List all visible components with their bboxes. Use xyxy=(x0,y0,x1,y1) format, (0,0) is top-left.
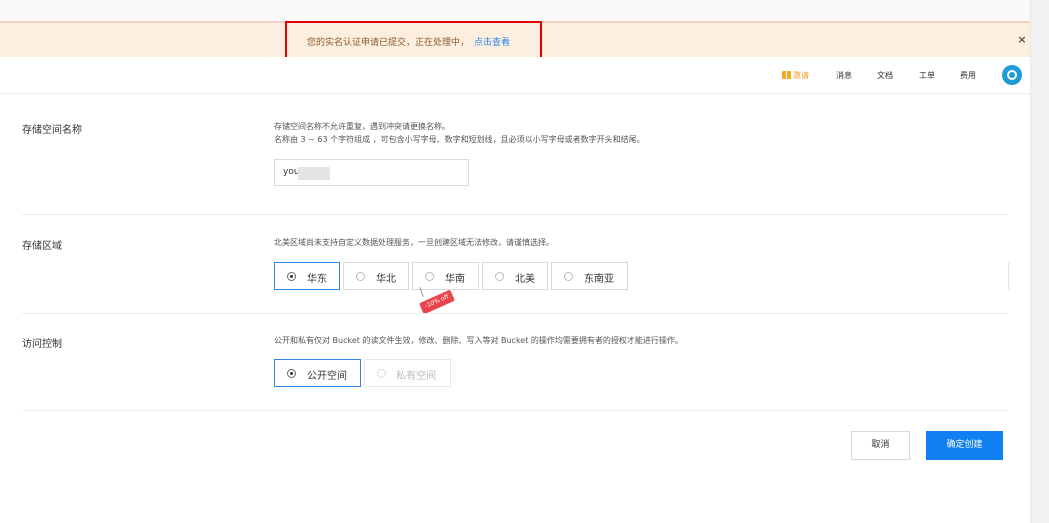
top-strip xyxy=(0,0,1030,21)
region-option-north-america[interactable]: 北美 xyxy=(482,262,548,290)
access-option-public[interactable]: 公开空间 xyxy=(274,359,361,387)
region-option-label: 东南亚 xyxy=(584,274,614,285)
region-option-north[interactable]: 华北 xyxy=(343,262,409,290)
bucket-name-desc-1: 存储空间名称不允许重复，遇到冲突请更换名称。 xyxy=(274,122,450,131)
region-option-label: 北美 xyxy=(515,274,535,285)
radio-icon xyxy=(495,272,504,281)
divider xyxy=(22,410,1008,411)
region-option-label: 华东 xyxy=(307,274,327,285)
bucket-name-desc-2: 名称由 3 ~ 63 个字符组成 ，可包含小写字母、数字和短划线，且必须以小写字… xyxy=(274,135,645,144)
nav-tickets[interactable]: 工单 xyxy=(919,70,935,81)
cancel-button[interactable]: 取消 xyxy=(851,431,910,460)
region-label: 存储区域 xyxy=(22,241,62,252)
region-option-east[interactable]: 华东 xyxy=(274,262,340,290)
redacted-text xyxy=(298,167,330,180)
radio-icon xyxy=(287,369,296,378)
close-icon[interactable]: × xyxy=(1016,33,1028,47)
region-option-southeast-asia[interactable]: 东南亚 xyxy=(551,262,628,290)
region-option-south[interactable]: 华南 xyxy=(412,262,479,290)
nav-billing[interactable]: 费用 xyxy=(960,70,976,81)
divider xyxy=(22,214,1008,215)
gift-icon xyxy=(782,71,791,79)
radio-icon xyxy=(425,272,434,281)
radio-icon xyxy=(287,272,296,281)
scrollbar[interactable] xyxy=(1030,0,1049,523)
confirm-create-button[interactable]: 确定创建 xyxy=(926,431,1003,460)
nav-invite-label: 邀请 xyxy=(793,71,809,80)
radio-icon xyxy=(377,369,386,378)
page-frame: 您的实名认证申请已提交，正在处理中， 点击查看 × 邀请 消息 文档 工单 费用… xyxy=(0,0,1030,523)
radio-icon xyxy=(356,272,365,281)
top-nav: 邀请 消息 文档 工单 费用 xyxy=(0,57,1030,94)
access-option-private: 私有空间 xyxy=(364,359,451,387)
access-label: 访问控制 xyxy=(22,339,62,350)
access-option-label: 公开空间 xyxy=(307,371,347,382)
region-option-label: 华北 xyxy=(376,274,396,285)
avatar[interactable] xyxy=(1002,65,1022,85)
region-desc: 北美区域尚未支持自定义数据处理服务，一旦创建区域无法修改，请谨慎选择。 xyxy=(274,238,554,247)
access-desc: 公开和私有仅对 Bucket 的读文件生效，修改、删除、写入等对 Bucket … xyxy=(274,336,683,345)
bucket-name-label: 存储空间名称 xyxy=(22,125,82,136)
discount-tag: -10% off xyxy=(419,289,455,315)
radio-icon xyxy=(564,272,573,281)
access-option-label: 私有空间 xyxy=(396,371,436,382)
nav-invite[interactable]: 邀请 xyxy=(782,70,809,81)
region-option-label: 华南 xyxy=(445,274,465,285)
nav-docs[interactable]: 文档 xyxy=(877,70,893,81)
nav-messages[interactable]: 消息 xyxy=(836,70,852,81)
region-row-edge xyxy=(1008,262,1009,290)
divider xyxy=(22,313,1008,314)
